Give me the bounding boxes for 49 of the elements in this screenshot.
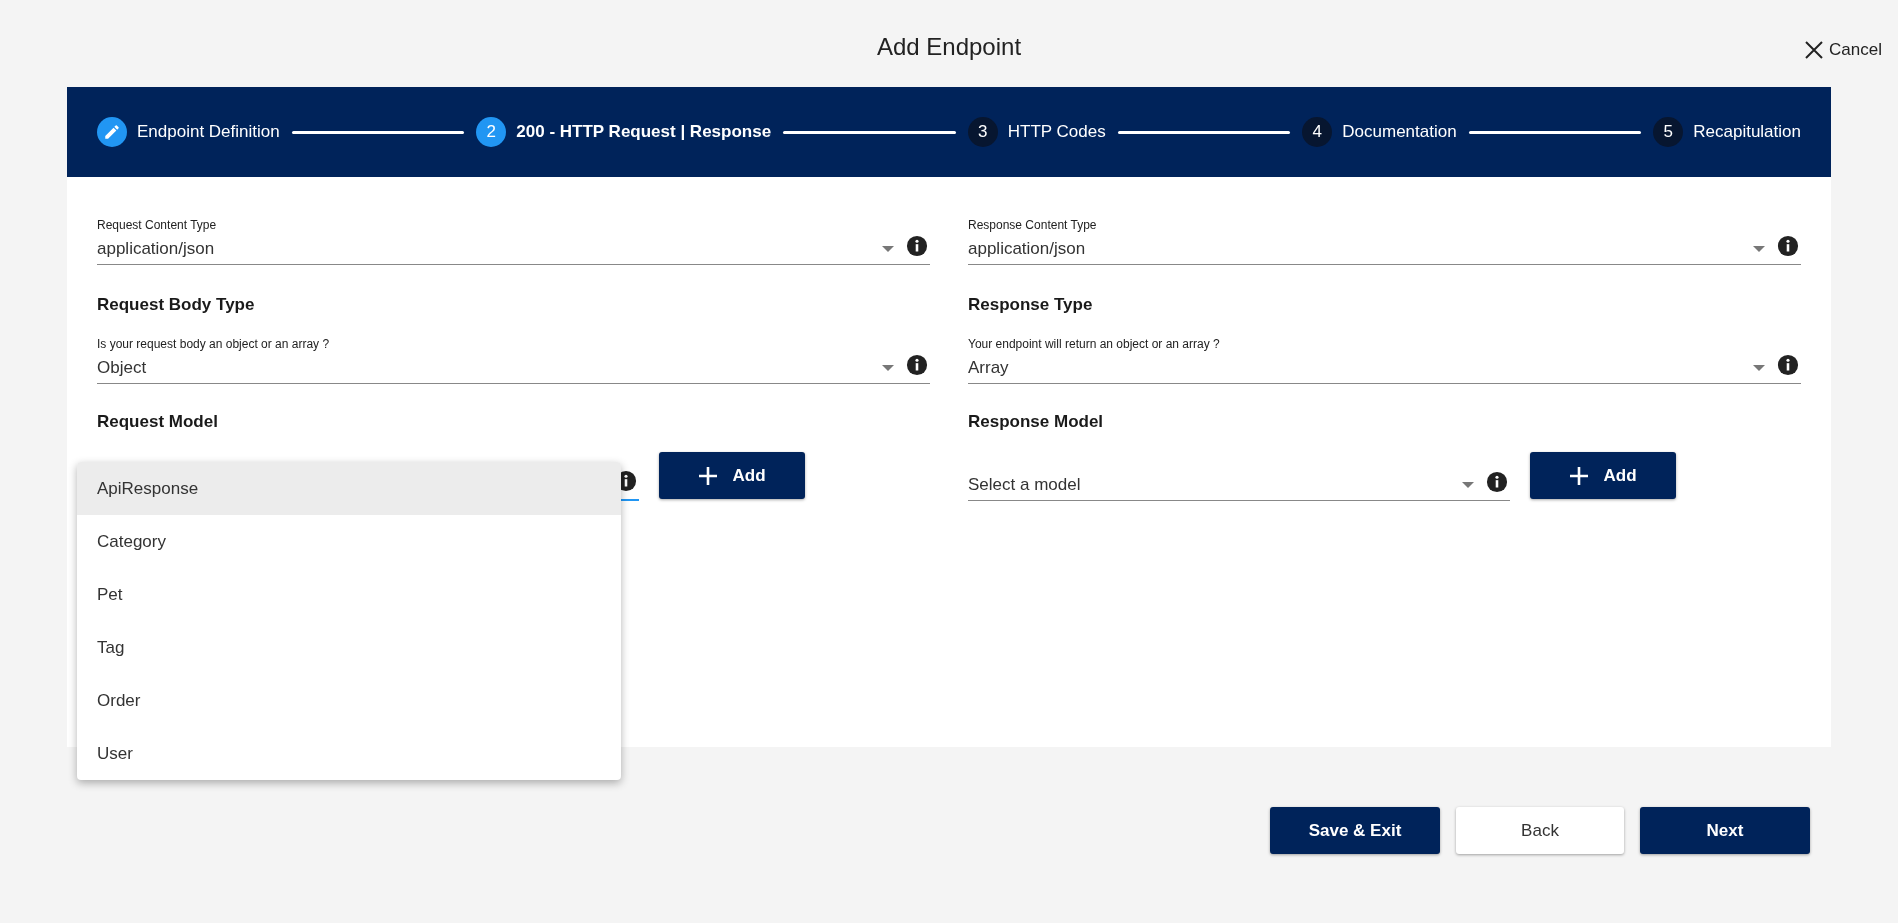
dropdown-option[interactable]: User <box>77 727 621 780</box>
select-field[interactable]: Select a model <box>968 469 1510 501</box>
dropdown-option[interactable]: ApiResponse <box>77 462 621 515</box>
step-number: 2 <box>476 117 507 147</box>
section-heading: Request Body Type <box>97 294 256 316</box>
dropdown-option[interactable]: Tag <box>77 621 621 674</box>
secondary-button[interactable]: Back <box>1456 807 1624 854</box>
info-icon[interactable] <box>906 234 928 257</box>
info-icon[interactable] <box>1777 234 1799 257</box>
info-icon[interactable] <box>1777 353 1799 376</box>
dropdown-arrow-icon <box>1462 481 1474 488</box>
select-field[interactable]: application/json <box>968 233 1801 265</box>
dropdown-arrow-icon <box>882 364 894 371</box>
section-heading: Response Type <box>968 294 1094 316</box>
section-heading: Response Model <box>968 411 1105 433</box>
stepper-step[interactable]: 5 Recapitulation <box>1653 117 1801 147</box>
dropdown-option[interactable]: Category <box>77 515 621 568</box>
cancel-button[interactable]: Cancel <box>1805 40 1882 60</box>
dropdown-arrow-icon <box>1753 245 1765 252</box>
stepper-step[interactable]: Endpoint Definition <box>97 117 280 147</box>
field-label: Request Content Type <box>97 217 217 233</box>
stepper-step[interactable]: 2 200 - HTTP Request | Response <box>476 117 772 147</box>
plus-icon <box>698 465 719 486</box>
dropdown-option[interactable]: Order <box>77 674 621 727</box>
select-field[interactable]: Object <box>97 352 930 384</box>
field-label: Your endpoint will return an object or an array ? <box>968 336 1220 352</box>
section-heading: Request Model <box>97 411 219 433</box>
field-label: Response Content Type <box>968 217 1097 233</box>
step-number: 3 <box>967 117 998 147</box>
info-icon[interactable] <box>906 353 928 376</box>
field-label: Is your request body an object or an array ? <box>97 336 330 352</box>
dialog-title: Add Endpoint <box>876 33 1022 62</box>
stepper-step[interactable]: 3 HTTP Codes <box>967 117 1106 147</box>
stepper-step[interactable]: 4 Documentation <box>1302 117 1457 147</box>
select-field[interactable]: application/json <box>97 233 930 265</box>
step-number: 4 <box>1302 117 1333 147</box>
dropdown-option[interactable]: Pet <box>77 568 621 621</box>
primary-button[interactable]: Next <box>1640 807 1810 854</box>
dropdown-arrow-icon <box>1753 364 1765 371</box>
add-button[interactable]: Add <box>1530 452 1676 499</box>
plus-icon <box>1569 465 1590 486</box>
close-icon <box>1805 41 1824 59</box>
edit-step-icon <box>97 117 127 147</box>
select-field[interactable]: Array <box>968 352 1801 384</box>
add-button[interactable]: Add <box>659 452 805 499</box>
dropdown-arrow-icon <box>882 245 894 252</box>
primary-button[interactable]: Save & Exit <box>1270 807 1440 854</box>
info-icon[interactable] <box>1486 470 1508 493</box>
step-number: 5 <box>1653 117 1684 147</box>
